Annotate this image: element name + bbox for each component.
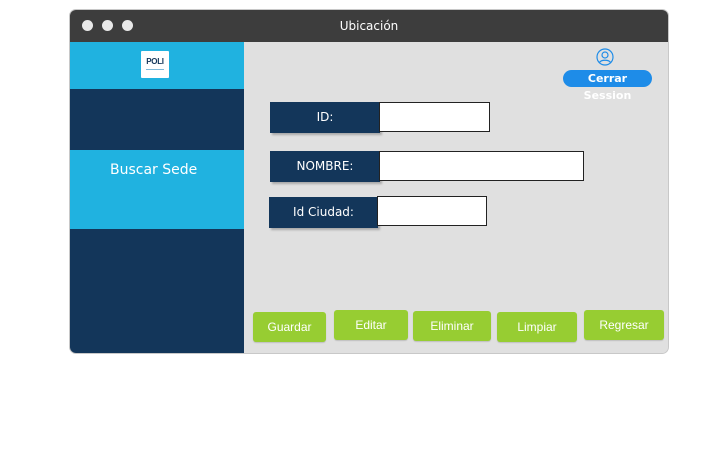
sidebar-item-label: Buscar Sede — [110, 162, 198, 178]
guardar-button[interactable]: Guardar — [253, 312, 326, 342]
app-window: Ubicación POLI Buscar Sede Cerrar Sessio… — [70, 10, 668, 353]
nombre-field[interactable] — [379, 151, 584, 181]
nombre-label: NOMBRE: — [270, 151, 380, 182]
id-label: ID: — [270, 102, 380, 133]
user-circle-icon[interactable] — [596, 48, 614, 66]
regresar-button[interactable]: Regresar — [584, 310, 664, 340]
sidebar: POLI Buscar Sede — [70, 42, 244, 353]
logo-underline — [146, 69, 164, 70]
ciudad-field[interactable] — [377, 196, 487, 226]
sidebar-logo-bar: POLI — [70, 42, 244, 89]
ciudad-label: Id Ciudad: — [269, 197, 378, 228]
window-title: Ubicación — [339, 19, 399, 33]
main-panel: Cerrar Session ID: NOMBRE: Id Ciudad: Gu… — [244, 42, 668, 353]
eliminar-button[interactable]: Eliminar — [413, 311, 491, 341]
limpiar-button[interactable]: Limpiar — [497, 312, 577, 342]
id-field[interactable] — [379, 102, 490, 132]
poli-logo: POLI — [141, 51, 169, 78]
title-bar: Ubicación — [70, 10, 668, 42]
logo-text: POLI — [146, 57, 164, 66]
editar-button[interactable]: Editar — [334, 310, 408, 340]
sidebar-item-buscar-sede[interactable]: Buscar Sede — [70, 150, 244, 229]
logout-button[interactable]: Cerrar Session — [563, 70, 652, 102]
